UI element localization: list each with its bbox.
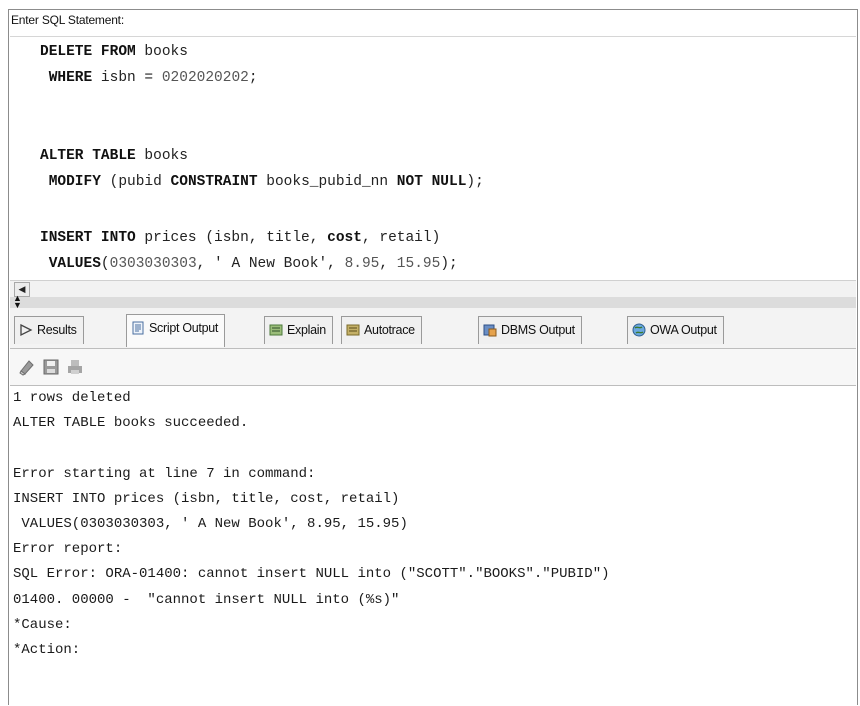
- sql-line[interactable]: WHERE isbn = 0202020202;: [40, 69, 258, 89]
- sql-line[interactable]: DELETE FROM books: [40, 43, 188, 63]
- output-tab-bar: Results Script Output Explain Autotrace DBMS…: [10, 308, 856, 349]
- tab-dbms-output[interactable]: DBMS Output: [478, 316, 582, 344]
- sql-keyword: ALTER TABLE: [40, 148, 136, 164]
- sql-keyword: CONSTRAINT: [170, 174, 258, 190]
- sql-keyword: INSERT INTO: [40, 230, 136, 246]
- sql-text: );: [440, 256, 458, 272]
- sql-keyword: cost: [327, 230, 362, 246]
- sql-text: books: [135, 148, 188, 164]
- output-line: ALTER TABLE books succeeded.: [13, 415, 249, 432]
- sql-line[interactable]: VALUES(0303030303, ' A New Book', 8.95, …: [40, 255, 458, 275]
- sql-text: isbn =: [92, 70, 162, 86]
- sql-keyword: DELETE FROM: [40, 44, 136, 60]
- print-icon[interactable]: [66, 358, 84, 376]
- eraser-icon[interactable]: [18, 358, 36, 376]
- script-document-icon: [132, 321, 144, 335]
- output-line: Error starting at line 7 in command:: [13, 465, 316, 482]
- sql-keyword: NOT NULL: [396, 174, 467, 190]
- sql-line[interactable]: ALTER TABLE books: [40, 147, 188, 167]
- explain-plan-icon: [269, 324, 283, 336]
- splitter-arrows-icon[interactable]: ▲ ▼: [13, 294, 22, 310]
- sql-text: (pubid: [100, 174, 171, 190]
- play-triangle-icon: [20, 323, 33, 337]
- tab-results[interactable]: Results: [14, 316, 84, 344]
- tab-label: Script Output: [149, 321, 219, 335]
- sql-editor[interactable]: DELETE FROM books WHERE isbn = 020202020…: [10, 36, 856, 281]
- sql-text: prices (isbn, title,: [135, 230, 328, 246]
- sql-line[interactable]: MODIFY (pubid CONSTRAINT books_pubid_nn …: [40, 173, 484, 193]
- sql-literal: 0202020202: [161, 70, 249, 86]
- sql-literal: 15.95: [396, 256, 441, 272]
- output-line: SQL Error: ORA-01400: cannot insert NULL…: [13, 566, 610, 583]
- tab-label: Autotrace: [364, 323, 415, 337]
- output-line: 1 rows deleted: [13, 390, 131, 406]
- tab-label: DBMS Output: [501, 323, 575, 337]
- editor-horizontal-scrollbar[interactable]: ◀: [10, 280, 856, 298]
- tab-owa-output[interactable]: OWA Output: [627, 316, 724, 344]
- enter-sql-label: Enter SQL Statement:: [11, 13, 124, 27]
- sql-text: ,: [379, 256, 397, 272]
- owa-globe-icon: [632, 323, 646, 337]
- sql-text: , retail): [361, 230, 441, 246]
- sql-text: , ' A New Book',: [196, 256, 345, 272]
- sql-text: (: [100, 256, 110, 272]
- tab-label: OWA Output: [650, 323, 717, 337]
- save-disk-icon[interactable]: [42, 358, 60, 376]
- tab-label: Results: [37, 323, 77, 337]
- output-line: VALUES(0303030303, ' A New Book', 8.95, …: [13, 516, 408, 532]
- sql-text: );: [466, 174, 484, 190]
- output-toolbar: [10, 349, 856, 386]
- tab-script-output[interactable]: Script Output: [126, 314, 226, 347]
- output-line: 01400. 00000 - "cannot insert NULL into …: [13, 591, 400, 608]
- sql-literal: 8.95: [344, 256, 380, 272]
- output-line: INSERT INTO prices (isbn, title, cost, r…: [13, 490, 400, 507]
- autotrace-icon: [346, 324, 360, 336]
- tab-autotrace[interactable]: Autotrace: [341, 316, 422, 344]
- pane-splitter[interactable]: ▲ ▼: [10, 294, 856, 310]
- sql-keyword: VALUES: [40, 256, 101, 272]
- sql-keyword: MODIFY: [40, 174, 101, 190]
- tab-label: Explain: [287, 323, 326, 337]
- sql-text: ;: [248, 70, 258, 86]
- sql-keyword: WHERE: [40, 70, 93, 86]
- output-line: *Action:: [13, 642, 81, 658]
- sql-text: books_pubid_nn: [257, 174, 397, 190]
- sql-line[interactable]: INSERT INTO prices (isbn, title, cost, r…: [40, 229, 440, 249]
- output-line: Error report:: [13, 541, 123, 558]
- tab-explain[interactable]: Explain: [264, 316, 333, 344]
- sql-literal: 0303030303: [109, 256, 197, 272]
- sql-text: books: [135, 44, 188, 60]
- dbms-output-icon: [483, 324, 497, 337]
- sql-worksheet-window: Enter SQL Statement: DELETE FROM books W…: [8, 9, 858, 706]
- script-output-panel[interactable]: 1 rows deleted ALTER TABLE books succeede…: [10, 386, 856, 706]
- output-line: *Cause:: [13, 616, 72, 633]
